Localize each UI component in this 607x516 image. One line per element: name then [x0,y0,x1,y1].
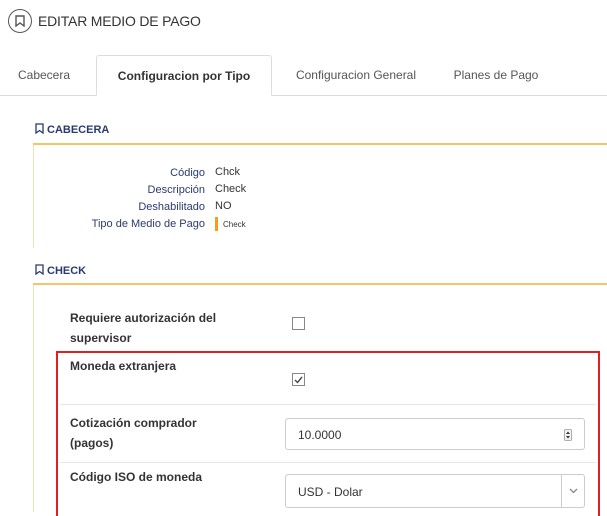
moneda-extranjera-label: Moneda extranjera [70,359,177,373]
page-header: EDITAR MEDIO DE PAGO [8,6,201,36]
section-title-check: CHECK [35,264,86,278]
chevron-down-icon[interactable] [561,475,584,507]
field-label: Tipo de Medio de Pago [91,218,205,230]
cotizacion-comprador-label: Cotización comprador (pagos) [70,413,197,453]
requiere-autorizacion-checkbox[interactable] [292,317,305,330]
bookmark-icon [35,264,44,278]
requiere-autorizacion-label: Requiere autorización del supervisor [70,308,216,348]
type-badge-bar [215,217,218,231]
field-value: Chck [215,166,241,178]
codigo-iso-select[interactable]: USD - Dolar [285,474,585,508]
row-divider [60,404,596,405]
field-value: Check [215,183,247,195]
tab-configuracion-general[interactable]: Configuracion General [282,55,430,95]
field-label: Código [170,167,205,179]
type-badge: Check [215,217,246,231]
label-line: supervisor [70,331,132,345]
label-line: Requiere autorización del [70,311,217,325]
section-cabecera-box [33,145,607,248]
input-value: 10.0000 [298,428,342,442]
select-value: USD - Dolar [298,485,363,499]
tab-configuracion-por-tipo[interactable]: Configuracion por Tipo [96,55,272,96]
spinner-icon[interactable] [564,429,572,441]
page-title: EDITAR MEDIO DE PAGO [38,13,201,29]
field-label: Descripción [147,184,205,196]
codigo-iso-label: Código ISO de moneda [70,470,203,484]
bookmark-icon [8,9,32,33]
cotizacion-comprador-input[interactable]: 10.0000 [285,418,585,450]
tab-bar: Cabecera Configuracion por Tipo Configur… [0,55,607,96]
field-value: NO [215,200,232,212]
section-title-cabecera: CABECERA [35,123,109,137]
section-title-text: CHECK [47,265,87,277]
moneda-extranjera-checkbox[interactable] [292,373,305,386]
type-badge-text: Check [223,219,246,229]
row-divider [60,462,596,463]
tab-planes-de-pago[interactable]: Planes de Pago [440,55,552,95]
bookmark-icon [35,123,44,137]
field-label: Deshabilitado [138,201,205,213]
label-line: (pagos) [70,436,114,450]
label-line: Cotización comprador [70,416,197,430]
tab-cabecera[interactable]: Cabecera [8,55,80,95]
section-title-text: CABECERA [47,124,110,136]
checkmark-icon [294,376,303,384]
